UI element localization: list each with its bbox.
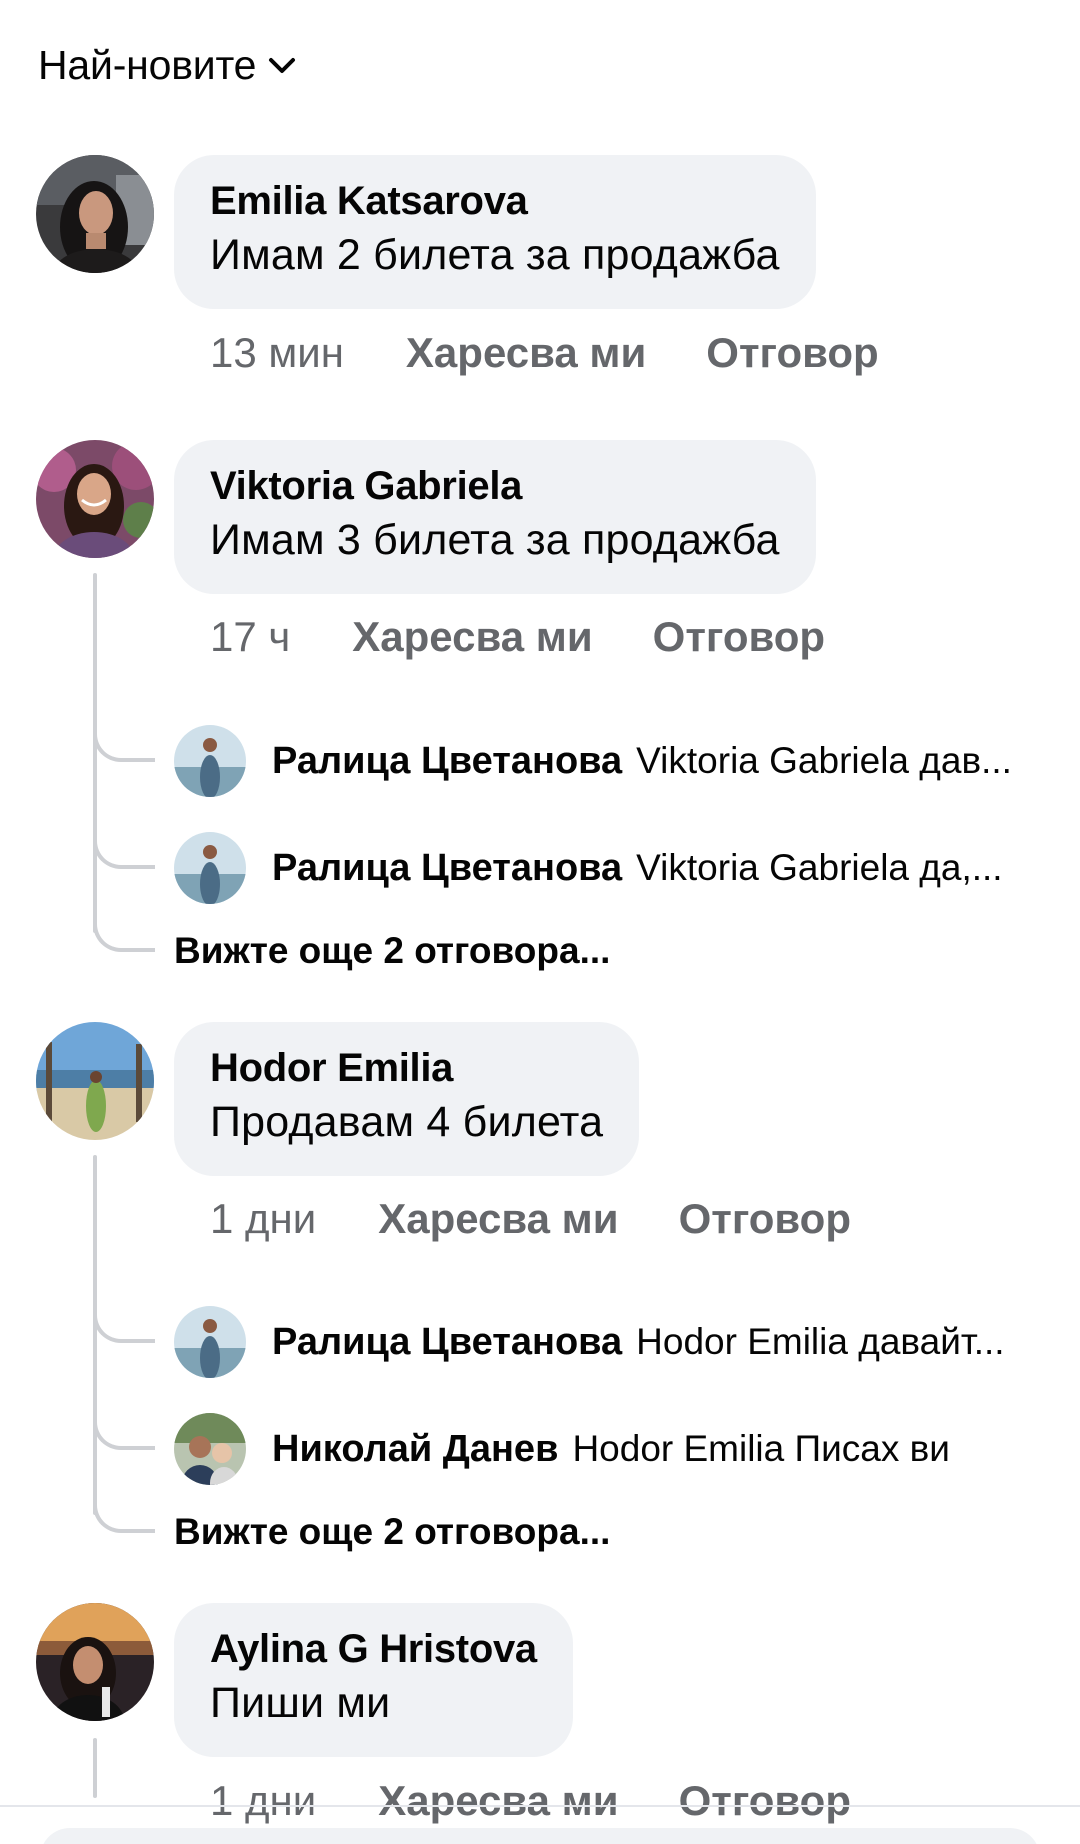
comment-time[interactable]: 13 мин: [210, 328, 344, 378]
avatar[interactable]: [36, 155, 154, 273]
comment-author[interactable]: Aylina G Hristova: [210, 1625, 537, 1673]
thread-line: [93, 573, 97, 933]
reply-author[interactable]: Ралица Цветанова: [272, 847, 622, 890]
reply-connector: [93, 1414, 155, 1450]
avatar[interactable]: [174, 1413, 246, 1485]
comment-text: Пиши ми: [210, 1679, 391, 1727]
reply-connector: [93, 833, 155, 869]
thread-line: [93, 1738, 97, 1798]
comment-actions: 13 мин Харесва ми Отговор: [210, 328, 939, 378]
reply-connector: [93, 1307, 155, 1343]
reply-button[interactable]: Отговор: [653, 612, 825, 662]
avatar[interactable]: [36, 1603, 154, 1721]
comment-author[interactable]: Viktoria Gabriela: [210, 462, 780, 510]
like-button[interactable]: Харесва ми: [378, 1776, 618, 1826]
sort-dropdown[interactable]: Най-новите: [38, 42, 298, 89]
comment-bubble: Aylina G Hristova Пиши ми: [174, 1603, 573, 1757]
comment-text: Имам 2 билета за продажба: [210, 231, 780, 279]
comment-author[interactable]: Hodor Emilia: [210, 1044, 603, 1092]
comment-text: Имам 3 билета за продажба: [210, 516, 780, 564]
reply-button[interactable]: Отговор: [706, 328, 878, 378]
comment-bubble: Emilia Katsarova Имам 2 билета за продаж…: [174, 155, 816, 309]
comment-actions: 1 дни Харесва ми Отговор: [210, 1194, 911, 1244]
reply-item[interactable]: Ралица Цветанова Hodor Emilia давайт...: [174, 1305, 1005, 1379]
reply-author[interactable]: Николай Данев: [272, 1428, 558, 1471]
reply-connector: [93, 726, 155, 762]
avatar[interactable]: [174, 725, 246, 797]
reply-item[interactable]: Николай Данев Hodor Emilia Писах ви: [174, 1412, 950, 1486]
comment-time[interactable]: 17 ч: [210, 612, 290, 662]
reply-item[interactable]: Ралица Цветанова Viktoria Gabriela да,..…: [174, 831, 1003, 905]
reply-author[interactable]: Ралица Цветанова: [272, 740, 622, 783]
comment-time[interactable]: 1 дни: [210, 1194, 316, 1244]
sort-label: Най-новите: [38, 42, 257, 88]
reply-text: Viktoria Gabriela да,...: [636, 847, 1003, 888]
comment-text: Продавам 4 билета: [210, 1098, 604, 1146]
view-more-replies-link[interactable]: Вижте още 2 отговора...: [174, 1511, 610, 1553]
composer-divider: [0, 1805, 1080, 1807]
thread-line: [93, 1155, 97, 1515]
comment-actions: 17 ч Харесва ми Отговор: [210, 612, 885, 662]
reply-item[interactable]: Ралица Цветанова Viktoria Gabriela дав..…: [174, 724, 1012, 798]
avatar[interactable]: [36, 440, 154, 558]
reply-connector: [93, 916, 155, 952]
reply-text: Hodor Emilia давайт...: [636, 1321, 1005, 1362]
comment-bubble: Hodor Emilia Продавам 4 билета: [174, 1022, 640, 1176]
reply-author[interactable]: Ралица Цветанова: [272, 1321, 622, 1364]
reply-text: Hodor Emilia Писах ви: [572, 1428, 950, 1469]
like-button[interactable]: Харесва ми: [406, 328, 646, 378]
avatar[interactable]: [174, 1306, 246, 1378]
comment-time[interactable]: 1 дни: [210, 1776, 316, 1826]
like-button[interactable]: Харесва ми: [378, 1194, 618, 1244]
comment-bubble: Viktoria Gabriela Имам 3 билета за прода…: [174, 440, 816, 594]
comment-author[interactable]: Emilia Katsarova: [210, 177, 780, 225]
view-more-replies-link[interactable]: Вижте още 2 отговора...: [174, 930, 610, 972]
reply-connector: [93, 1497, 155, 1533]
comment-composer[interactable]: [40, 1828, 1040, 1844]
comment-actions: 1 дни Харесва ми Отговор: [210, 1776, 911, 1826]
like-button[interactable]: Харесва ми: [352, 612, 592, 662]
chevron-down-icon: [266, 50, 298, 82]
avatar[interactable]: [36, 1022, 154, 1140]
reply-button[interactable]: Отговор: [679, 1194, 851, 1244]
reply-button[interactable]: Отговор: [679, 1776, 851, 1826]
avatar[interactable]: [174, 832, 246, 904]
reply-text: Viktoria Gabriela дав...: [636, 740, 1012, 781]
